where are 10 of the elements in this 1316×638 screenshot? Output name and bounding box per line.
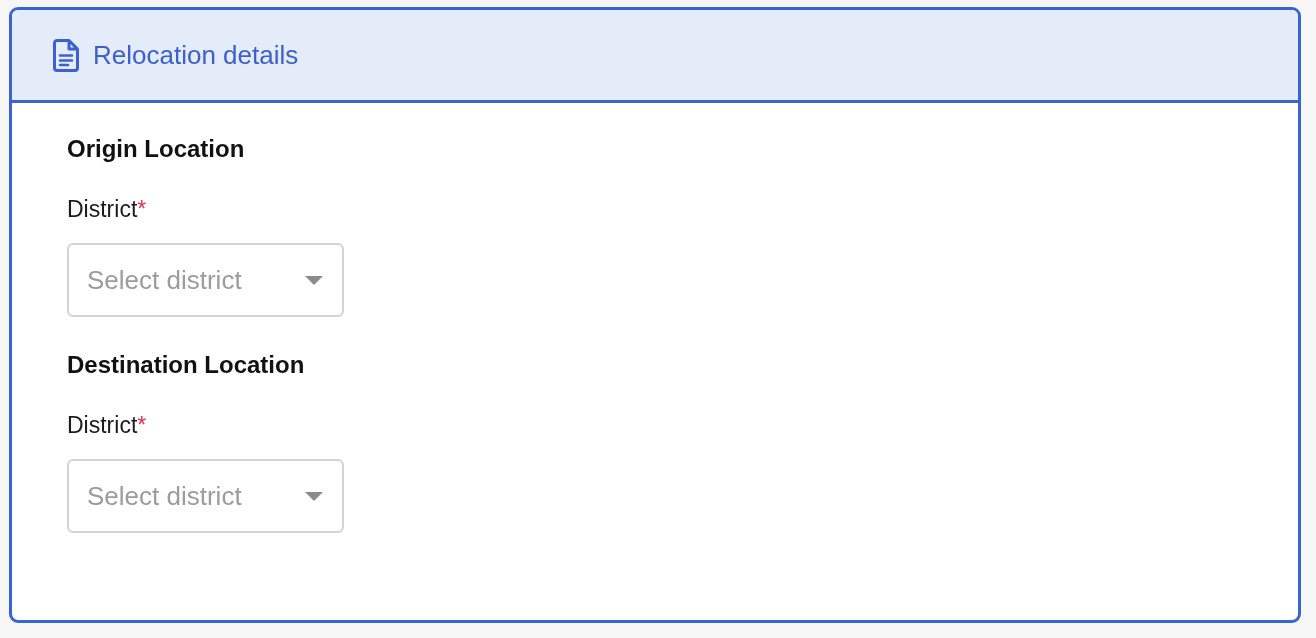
field-label: District* — [67, 411, 147, 440]
document-icon — [53, 38, 79, 72]
section-heading: Origin Location — [67, 134, 245, 164]
caret-icon — [305, 491, 323, 501]
district-select[interactable]: Select district — [67, 243, 344, 317]
caret-icon — [305, 275, 323, 285]
field-label: District* — [67, 195, 147, 224]
district-select[interactable]: Select district — [67, 459, 344, 533]
panel-title: Relocation details — [93, 39, 299, 71]
section-heading: Destination Location — [67, 350, 305, 380]
